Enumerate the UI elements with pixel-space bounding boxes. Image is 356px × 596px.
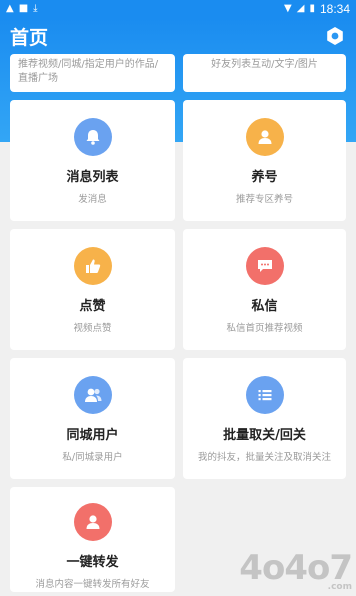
card-like[interactable]: 点赞 视频点赞 [10,229,175,350]
app-notification-icon: ■ [18,3,29,14]
card-batch-unfollow[interactable]: 批量取关/回关 我的抖友，批量关注及取消关注 [183,358,346,479]
card-subtitle: 视频点赞 [73,323,112,334]
card-subtitle: 发消息 [78,194,107,205]
top-card-videos[interactable]: 推荐视频/同城/指定用户的作品/直播广场 [10,54,175,92]
card-subtitle: 消息内容一键转发所有好友 [35,579,150,590]
page-title: 首页 [10,26,49,49]
card-title: 点赞 [79,299,106,314]
top-card-friends-text: 好友列表互动/文字/图片 [211,59,318,70]
card-title: 私信 [251,299,278,314]
download-icon: ⤓ [33,3,38,14]
thumbs-up-icon [73,247,112,285]
status-left: ▲ ■ ⤓ [6,4,38,14]
card-local-users[interactable]: 同城用户 私/同城录用户 [10,358,175,479]
top-card-videos-text: 推荐视频/同城/指定用户的作品/直播广场 [18,59,159,84]
status-bar: ▲ ■ ⤓ ▼ ◢ ▮ 18:34 [0,0,356,18]
card-subtitle: 私/同城录用户 [62,452,123,463]
card-private-message[interactable]: 私信 私信首页推荐视频 [183,229,346,350]
card-title: 同城用户 [66,428,119,443]
user-icon [245,118,284,156]
status-right: ▼ ◢ ▮ 18:34 [284,2,350,16]
card-title: 一键转发 [66,555,119,570]
users-icon [73,376,112,414]
user-icon [73,503,112,541]
message-icon [245,247,284,285]
app-bar: 首页 [0,18,356,54]
card-subtitle: 推荐专区养号 [235,194,293,205]
card-subtitle: 我的抖友，批量关注及取消关注 [197,452,331,463]
top-card-friends[interactable]: 好友列表互动/文字/图片 [183,54,346,92]
card-title: 批量取关/回关 [223,428,306,443]
settings-icon[interactable] [324,25,346,47]
battery-icon: ▮ [309,3,315,14]
wifi-icon: ▼ [284,3,292,14]
bell-icon [73,118,112,156]
card-subtitle: 私信首页推荐视频 [226,323,303,334]
card-account-nurture[interactable]: 养号 推荐专区养号 [183,100,346,221]
signal-icon: ◢ [296,3,305,14]
card-title: 养号 [251,170,278,185]
notification-icon: ▲ [6,3,14,14]
card-title: 消息列表 [66,170,119,185]
status-time: 18:34 [319,2,350,16]
card-message-list[interactable]: 消息列表 发消息 [10,100,175,221]
card-one-click-forward[interactable]: 一键转发 消息内容一键转发所有好友 [10,487,175,592]
watermark-logo: 4o4o7 .com [239,548,353,592]
list-icon [245,376,284,414]
